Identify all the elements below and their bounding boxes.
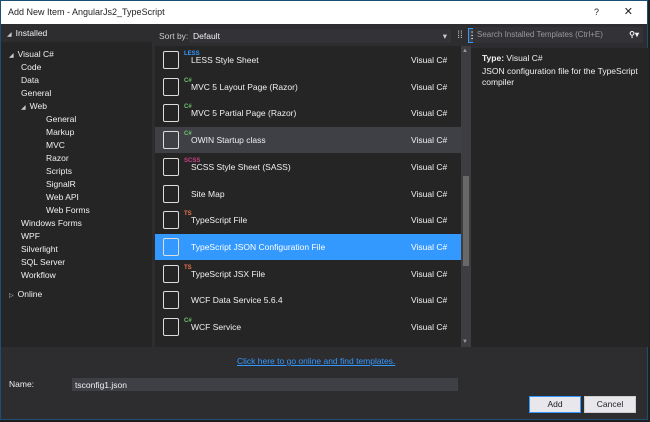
- template-name: Site Map: [191, 188, 225, 199]
- tree-item[interactable]: Razor: [46, 152, 69, 165]
- template-file-icon: LESS: [163, 51, 200, 69]
- tree-item[interactable]: Web Forms: [46, 204, 90, 217]
- template-name: WCF Service: [191, 322, 242, 332]
- chevron-down-icon: ▾: [442, 31, 447, 41]
- template-file-icon: [163, 237, 179, 256]
- details-panel: Search Installed Templates (Ctrl+E) ⚲▾ Ty…: [471, 24, 649, 347]
- tree-item[interactable]: Windows Forms: [21, 217, 82, 230]
- tree-item[interactable]: SignalR: [46, 178, 76, 191]
- template-language: Visual C#: [411, 108, 448, 119]
- tree-item[interactable]: WPF: [21, 230, 40, 243]
- tree-item[interactable]: General: [46, 113, 76, 126]
- template-list-scrollbar[interactable]: ▲ ▼: [461, 46, 471, 347]
- template-name: TypeScript JSX File: [191, 268, 266, 279]
- template-name: LESS Style Sheet: [191, 55, 259, 65]
- search-icon[interactable]: ⚲▾: [629, 27, 639, 43]
- scroll-down-icon[interactable]: ▼: [462, 339, 468, 345]
- tree-item[interactable]: Workflow: [21, 269, 56, 282]
- search-input[interactable]: Search Installed Templates (Ctrl+E) ⚲▾: [473, 27, 643, 43]
- template-name: TypeScript File: [191, 215, 248, 226]
- add-new-item-dialog: Add New Item - AngularJs2_TypeScript ? ✕…: [0, 0, 649, 420]
- template-row[interactable]: WCF Data Service 5.6.4 Visual C#: [155, 287, 461, 313]
- template-name: OWIN Startup class: [191, 135, 266, 146]
- name-label: Name:: [9, 379, 35, 389]
- template-row[interactable]: TypeScript JSON Configuration File Visual…: [155, 233, 461, 260]
- template-row[interactable]: C# WCF Service Visual C#: [155, 314, 461, 340]
- template-name: MVC 5 Layout Page (Razor): [191, 81, 298, 92]
- tree-item[interactable]: Web API: [46, 191, 79, 204]
- template-row[interactable]: C# MVC 5 Layout Page (Razor) Visual C#: [155, 74, 461, 100]
- name-input[interactable]: [72, 378, 458, 391]
- tree-item-online[interactable]: ▷ Online: [9, 288, 42, 301]
- expanded-triangle-icon: ◢: [9, 53, 14, 59]
- template-file-icon: C#: [163, 131, 192, 150]
- description-text: JSON configuration file for the TypeScri…: [482, 66, 638, 87]
- template-row[interactable]: TS TypeScript JSX File Visual C#: [155, 261, 461, 287]
- tree-item[interactable]: Data: [21, 74, 39, 87]
- template-list: LESS LESS Style Sheet Visual C# C# MVC 5 Lay…: [155, 46, 461, 347]
- sort-dropdown[interactable]: Default ▾: [189, 29, 451, 43]
- medium-icons-view-button[interactable]: ⁞⁞: [453, 28, 467, 43]
- template-language: Visual C#: [411, 188, 448, 199]
- expanded-triangle-icon: ◢: [21, 105, 26, 111]
- template-description: Type: Visual C# JSON configuration file …: [471, 48, 649, 347]
- collapsed-triangle-icon: ▷: [9, 293, 14, 299]
- sort-label: Sort by:: [159, 31, 189, 41]
- tree-item-installed[interactable]: ◢ Installed: [1, 24, 152, 42]
- template-language: Visual C#: [411, 55, 448, 65]
- template-file-icon: [163, 291, 179, 310]
- cancel-button[interactable]: Cancel: [584, 396, 636, 413]
- template-file-icon: C#: [163, 77, 192, 96]
- template-row[interactable]: C# MVC 5 Partial Page (Razor) Visual C#: [155, 100, 461, 126]
- scroll-up-icon[interactable]: ▲: [462, 48, 468, 54]
- template-language: Visual C#: [411, 295, 448, 306]
- template-row[interactable]: SCSS SCSS Style Sheet (SASS) Visual C#: [155, 154, 461, 180]
- template-row[interactable]: LESS LESS Style Sheet Visual C#: [155, 47, 461, 73]
- tree-item[interactable]: ◢ Visual C#: [9, 48, 54, 61]
- add-button[interactable]: Add: [529, 396, 581, 413]
- template-row[interactable]: C# OWIN Startup class Visual C#: [155, 127, 461, 154]
- tree-item[interactable]: Markup: [46, 126, 74, 139]
- template-file-icon: TS: [163, 264, 192, 283]
- template-row[interactable]: Site Map Visual C#: [155, 181, 461, 207]
- template-language: Visual C#: [411, 215, 448, 226]
- template-name: SCSS Style Sheet (SASS): [191, 161, 291, 172]
- template-file-icon: [163, 184, 179, 203]
- tree-item[interactable]: MVC: [46, 139, 65, 152]
- tree-item[interactable]: Silverlight: [21, 243, 58, 256]
- template-language: Visual C#: [411, 268, 448, 279]
- scrollbar-thumb[interactable]: [463, 176, 469, 266]
- template-row[interactable]: TS TypeScript File Visual C#: [155, 207, 461, 233]
- help-button[interactable]: ?: [594, 1, 599, 24]
- expanded-triangle-icon: ◢: [7, 32, 12, 38]
- close-icon[interactable]: ✕: [624, 1, 633, 24]
- template-language: Visual C#: [411, 161, 448, 172]
- tree-item[interactable]: Scripts: [46, 165, 72, 178]
- tree-item[interactable]: General: [21, 87, 51, 100]
- tree-item[interactable]: ◢ Web: [21, 100, 47, 113]
- template-language: Visual C#: [411, 81, 448, 92]
- type-value: Visual C#: [506, 53, 543, 63]
- tree-item[interactable]: SQL Server: [21, 256, 65, 269]
- template-name: TypeScript JSON Configuration File: [191, 241, 326, 252]
- template-language: Visual C#: [411, 135, 448, 146]
- online-templates-link[interactable]: Click here to go online and find templat…: [237, 356, 395, 366]
- window-title: Add New Item - AngularJs2_TypeScript: [8, 7, 165, 17]
- template-language: Visual C#: [411, 241, 448, 252]
- template-file-icon: C#: [163, 104, 192, 123]
- sort-toolbar: Sort by: Default▾ ⁞⁞ ☰: [155, 27, 482, 45]
- title-bar: Add New Item - AngularJs2_TypeScript ? ✕: [1, 1, 647, 24]
- template-name: WCF Data Service 5.6.4: [191, 295, 283, 306]
- category-tree: ◢ Installed ◢ Visual C# Code Data General ◢ Web…: [1, 24, 152, 347]
- template-file-icon: TS: [163, 211, 192, 230]
- type-label: Type:: [482, 53, 505, 63]
- template-language: Visual C#: [411, 322, 448, 332]
- template-file-icon: SCSS: [163, 157, 200, 176]
- template-name: MVC 5 Partial Page (Razor): [191, 108, 297, 119]
- tree-item[interactable]: Code: [21, 61, 41, 74]
- template-file-icon: C#: [163, 318, 192, 336]
